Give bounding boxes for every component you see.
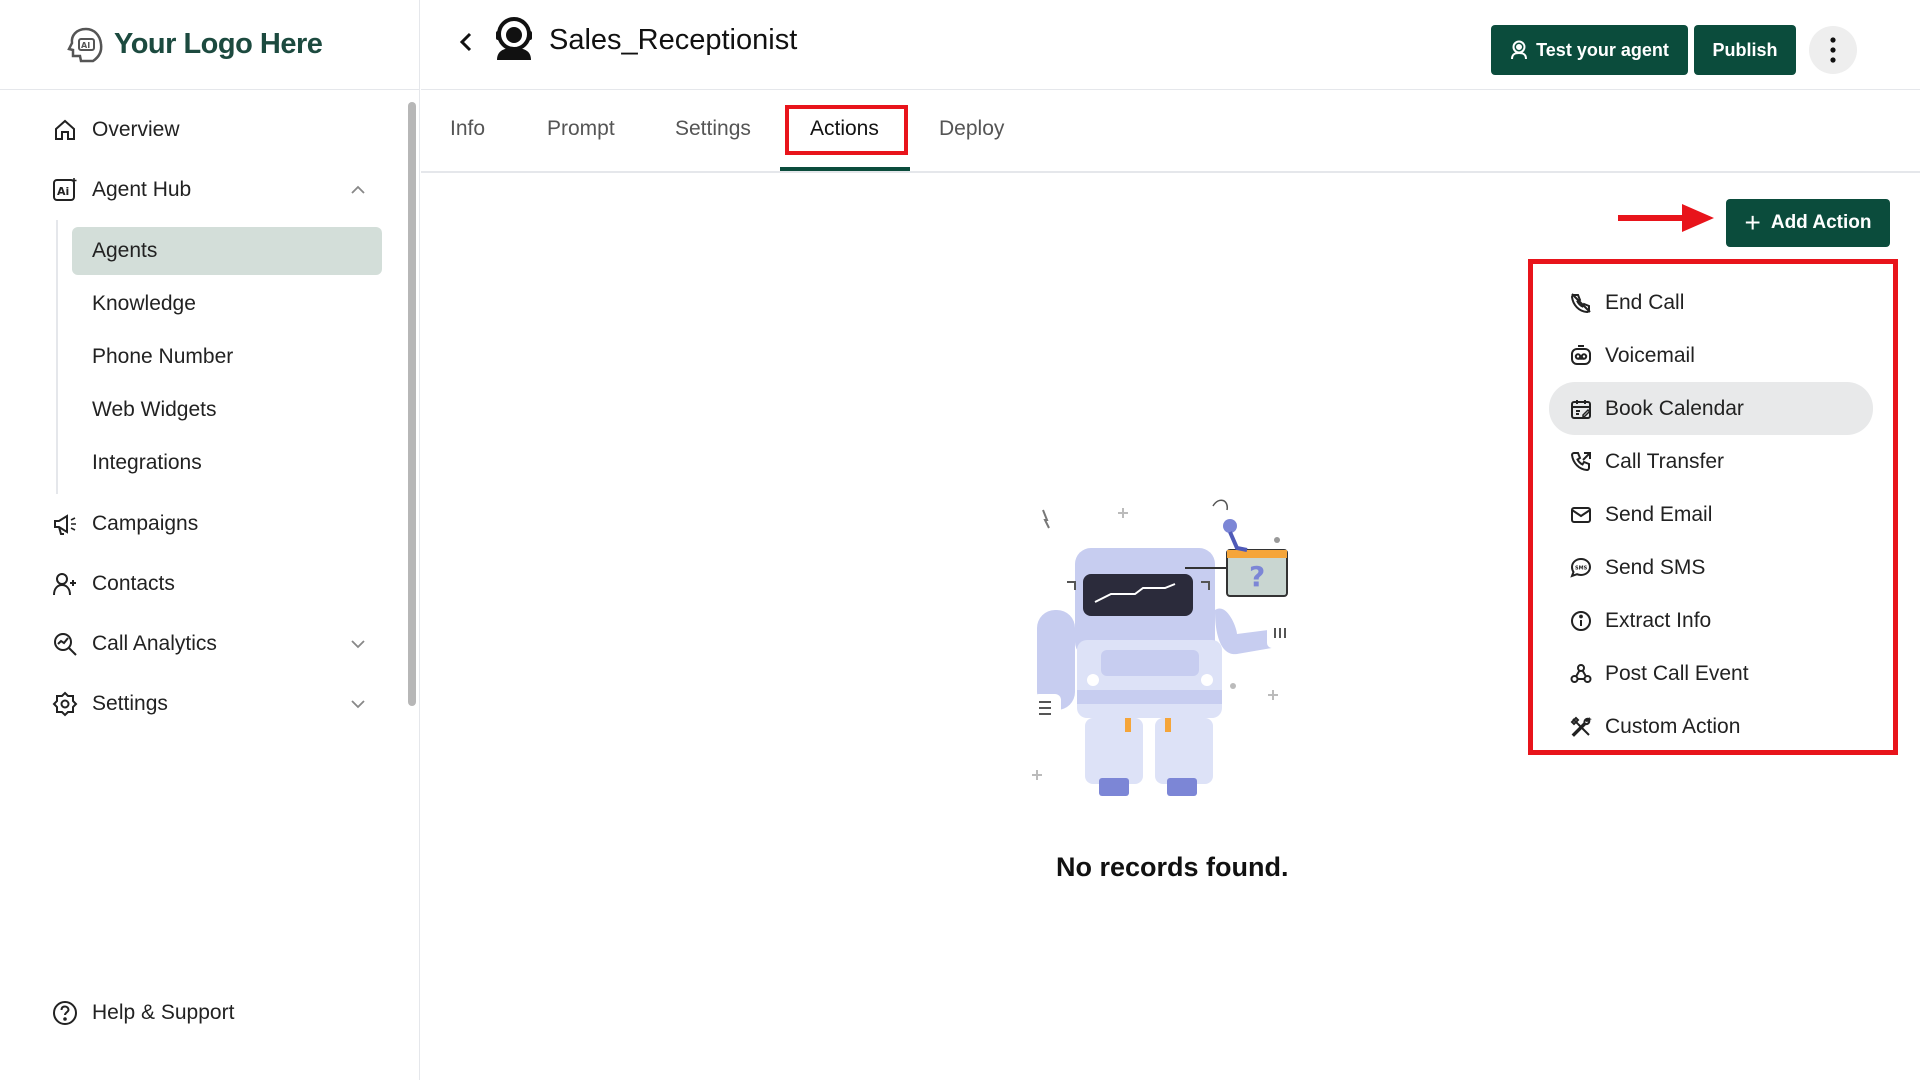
menu-item-label: Send SMS — [1605, 555, 1706, 579]
test-agent-label: Test your agent — [1536, 39, 1669, 60]
sms-icon: SMS — [1570, 557, 1592, 578]
logo[interactable]: AI Your Logo Here — [0, 0, 419, 90]
kebab-menu-icon — [1830, 37, 1836, 63]
sidebar-item-knowledge[interactable]: Knowledge — [72, 280, 382, 328]
home-icon — [52, 117, 78, 143]
info-icon — [1571, 610, 1591, 631]
end-call-icon — [1570, 292, 1591, 313]
menu-item-voicemail[interactable]: Voicemail — [1549, 329, 1873, 382]
sidebar-item-label: Settings — [92, 692, 168, 715]
tab-deploy[interactable]: Deploy — [939, 117, 1004, 141]
svg-text:AI: AI — [81, 41, 90, 50]
menu-item-label: Voicemail — [1605, 343, 1695, 367]
analytics-icon — [52, 631, 78, 657]
chevron-up-icon[interactable] — [350, 182, 366, 198]
chevron-down-icon[interactable] — [350, 696, 366, 712]
sidebar-item-web-widgets[interactable]: Web Widgets — [72, 386, 382, 434]
page-title: Sales_Receptionist — [549, 24, 798, 56]
add-action-label: Add Action — [1770, 212, 1872, 233]
menu-item-extract-info[interactable]: Extract Info — [1549, 594, 1873, 647]
publish-button[interactable]: Publish — [1694, 25, 1796, 75]
help-icon — [53, 1001, 77, 1025]
menu-item-label: Call Transfer — [1605, 449, 1725, 473]
sidebar-item-label: Call Analytics — [92, 632, 217, 655]
pointer-arrow-icon — [1618, 204, 1714, 232]
agent-test-icon — [1511, 40, 1528, 60]
sidebar-item-label: Overview — [92, 118, 180, 141]
menu-item-label: Book Calendar — [1605, 396, 1744, 420]
add-action-button[interactable]: + Add Action — [1726, 199, 1890, 247]
agent-avatar-icon — [496, 17, 532, 60]
sidebar-item-overview[interactable]: Overview — [0, 100, 400, 160]
menu-item-custom-action[interactable]: Custom Action — [1549, 700, 1873, 753]
sidebar-nav: Overview Ai Agent Hub Agents Knowledge P… — [0, 100, 400, 734]
help-label: Help & Support — [92, 1001, 235, 1024]
webhook-icon — [1570, 663, 1592, 683]
sidebar-item-label: Agent Hub — [92, 178, 192, 201]
sidebar-scrollbar[interactable] — [408, 102, 416, 706]
sidebar-item-contacts[interactable]: Contacts — [0, 554, 400, 614]
empty-state-message: No records found. — [1056, 852, 1289, 882]
menu-item-send-email[interactable]: Send Email — [1549, 488, 1873, 541]
add-action-dropdown: End Call Voicemail Book Calendar Call Tr… — [1528, 259, 1898, 755]
sidebar-item-call-analytics[interactable]: Call Analytics — [0, 614, 400, 674]
menu-item-label: Post Call Event — [1605, 661, 1749, 685]
sidebar-item-label: Contacts — [92, 572, 175, 595]
menu-item-call-transfer[interactable]: Call Transfer — [1549, 435, 1873, 488]
header: Sales_Receptionist Test your agent Publi… — [421, 0, 1920, 90]
tab-settings[interactable]: Settings — [675, 117, 751, 141]
menu-item-post-call-event[interactable]: Post Call Event — [1549, 647, 1873, 700]
sidebar: AI Your Logo Here Overview Ai Agent Hub … — [0, 0, 420, 1080]
menu-item-label: Send Email — [1605, 502, 1713, 526]
sidebar-item-agents[interactable]: Agents — [72, 227, 382, 275]
sidebar-item-agent-hub[interactable]: Ai Agent Hub — [0, 160, 400, 220]
chevron-down-icon[interactable] — [350, 636, 366, 652]
tab-info[interactable]: Info — [450, 117, 485, 141]
menu-item-label: End Call — [1605, 290, 1685, 314]
sidebar-item-integrations[interactable]: Integrations — [72, 439, 382, 487]
svg-text:SMS: SMS — [1575, 565, 1588, 571]
megaphone-icon — [52, 511, 78, 537]
tools-icon — [1570, 716, 1592, 737]
active-tab-indicator — [780, 167, 910, 171]
back-icon[interactable] — [451, 27, 481, 57]
logo-icon: AI — [67, 27, 103, 62]
call-transfer-icon — [1570, 451, 1591, 471]
voicemail-icon — [1571, 344, 1591, 365]
menu-item-send-sms[interactable]: SMS Send SMS — [1549, 541, 1873, 594]
tab-bar: Info Prompt Settings Actions Deploy — [421, 91, 1920, 173]
help-support-link[interactable]: Help & Support — [52, 1000, 234, 1026]
menu-item-end-call[interactable]: End Call — [1549, 276, 1873, 329]
sidebar-item-settings[interactable]: Settings — [0, 674, 400, 734]
calendar-icon — [1571, 399, 1591, 419]
email-icon — [1571, 506, 1591, 523]
user-plus-icon — [52, 571, 78, 597]
menu-item-book-calendar[interactable]: Book Calendar — [1549, 382, 1873, 435]
menu-item-label: Extract Info — [1605, 608, 1712, 632]
test-agent-button[interactable]: Test your agent — [1491, 25, 1688, 75]
sidebar-item-campaigns[interactable]: Campaigns — [0, 494, 400, 554]
settings-icon — [52, 691, 78, 717]
agent-hub-submenu: Agents Knowledge Phone Number Web Widget… — [56, 220, 382, 494]
sidebar-item-label: Campaigns — [92, 512, 199, 535]
empty-state-robot-illustration: ? — [1032, 499, 1295, 796]
svg-text:?: ? — [1249, 560, 1265, 593]
logo-text: Your Logo Here — [114, 28, 323, 60]
highlight-box — [785, 105, 908, 155]
plus-icon: + — [1744, 207, 1761, 238]
more-options-button[interactable] — [1809, 26, 1857, 74]
ai-icon: Ai — [52, 177, 78, 203]
menu-item-label: Custom Action — [1605, 714, 1741, 738]
svg-text:Ai: Ai — [57, 185, 69, 198]
tab-prompt[interactable]: Prompt — [547, 117, 615, 141]
sidebar-item-phone-number[interactable]: Phone Number — [72, 333, 382, 381]
